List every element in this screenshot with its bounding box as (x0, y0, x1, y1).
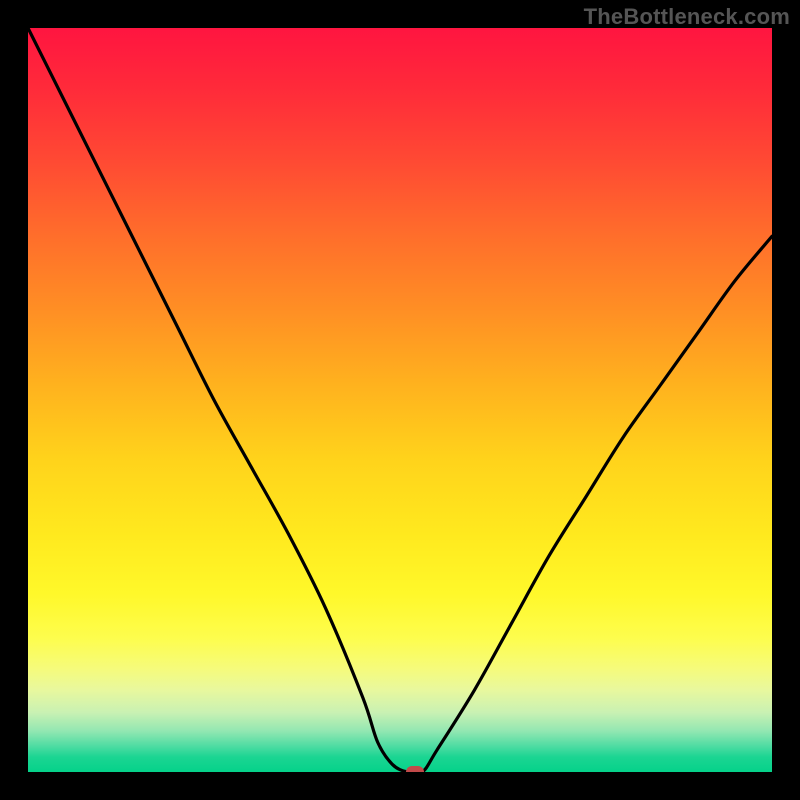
chart-frame: TheBottleneck.com (0, 0, 800, 800)
plot-area (28, 28, 772, 772)
watermark-text: TheBottleneck.com (584, 4, 790, 30)
bottleneck-marker-icon (406, 766, 424, 772)
bottleneck-curve (28, 28, 772, 772)
